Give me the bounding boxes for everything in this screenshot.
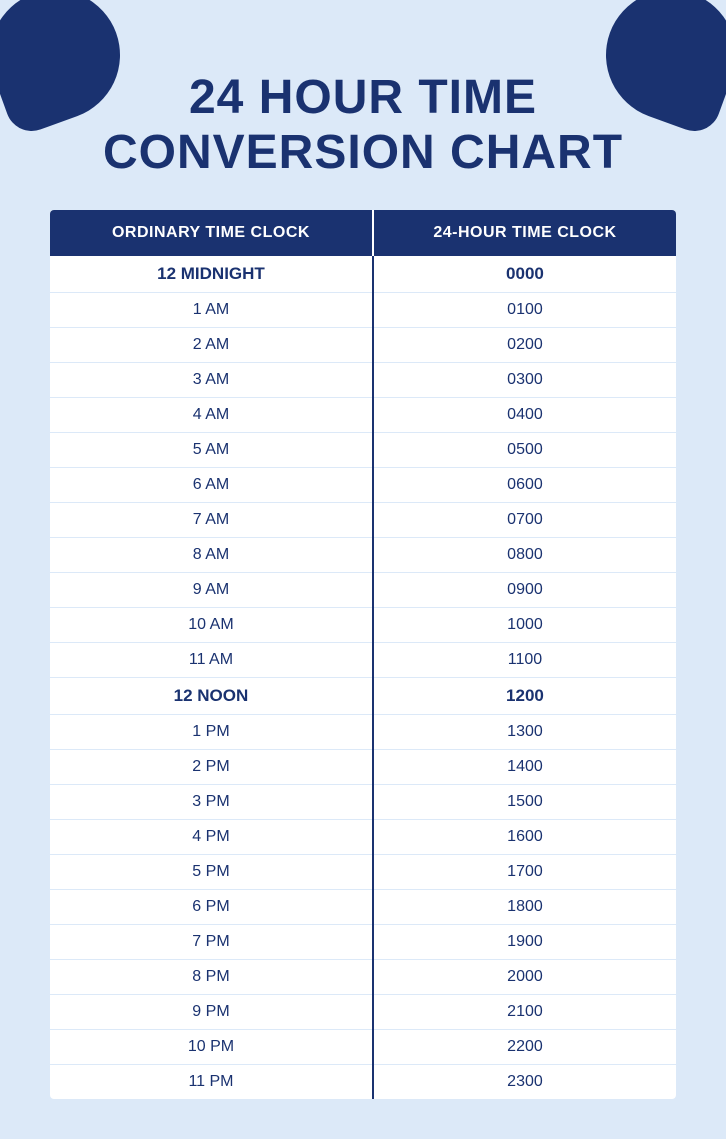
ordinary-time-cell: 7 AM bbox=[50, 503, 373, 538]
military-time-cell: 0200 bbox=[373, 328, 676, 363]
military-time-cell: 1500 bbox=[373, 785, 676, 820]
table-row: 1 PM1300 bbox=[50, 715, 676, 750]
table-row: 12 MIDNIGHT0000 bbox=[50, 256, 676, 293]
ordinary-time-cell: 3 AM bbox=[50, 363, 373, 398]
table-row: 2 AM0200 bbox=[50, 328, 676, 363]
ordinary-time-cell: 6 AM bbox=[50, 468, 373, 503]
table-row: 11 PM2300 bbox=[50, 1065, 676, 1100]
military-time-cell: 1800 bbox=[373, 890, 676, 925]
table-row: 6 AM0600 bbox=[50, 468, 676, 503]
military-time-cell: 1900 bbox=[373, 925, 676, 960]
ordinary-time-cell: 6 PM bbox=[50, 890, 373, 925]
military-time-cell: 2300 bbox=[373, 1065, 676, 1100]
table-row: 12 NOON1200 bbox=[50, 678, 676, 715]
table-row: 8 AM0800 bbox=[50, 538, 676, 573]
military-time-cell: 0800 bbox=[373, 538, 676, 573]
military-time-cell: 1300 bbox=[373, 715, 676, 750]
ordinary-time-cell: 1 AM bbox=[50, 293, 373, 328]
table-row: 6 PM1800 bbox=[50, 890, 676, 925]
table-row: 7 PM1900 bbox=[50, 925, 676, 960]
ordinary-time-cell: 5 AM bbox=[50, 433, 373, 468]
ordinary-time-cell: 8 AM bbox=[50, 538, 373, 573]
ordinary-time-cell: 11 AM bbox=[50, 643, 373, 678]
table-row: 8 PM2000 bbox=[50, 960, 676, 995]
military-time-cell: 2100 bbox=[373, 995, 676, 1030]
military-time-cell: 0500 bbox=[373, 433, 676, 468]
military-time-cell: 0700 bbox=[373, 503, 676, 538]
military-time-cell: 1600 bbox=[373, 820, 676, 855]
table-row: 1 AM0100 bbox=[50, 293, 676, 328]
military-time-cell: 1200 bbox=[373, 678, 676, 715]
ordinary-time-cell: 3 PM bbox=[50, 785, 373, 820]
page-content: 24 HOUR TIME CONVERSION CHART ORDINARY T… bbox=[0, 0, 726, 1139]
ordinary-time-cell: 2 PM bbox=[50, 750, 373, 785]
table-row: 11 AM1100 bbox=[50, 643, 676, 678]
table-header-row: ORDINARY TIME CLOCK 24-HOUR TIME CLOCK bbox=[50, 210, 676, 256]
military-time-cell: 1000 bbox=[373, 608, 676, 643]
ordinary-time-cell: 1 PM bbox=[50, 715, 373, 750]
military-time-cell: 0900 bbox=[373, 573, 676, 608]
military-time-cell: 1700 bbox=[373, 855, 676, 890]
table-row: 3 AM0300 bbox=[50, 363, 676, 398]
table-row: 5 AM0500 bbox=[50, 433, 676, 468]
ordinary-time-cell: 10 AM bbox=[50, 608, 373, 643]
table-row: 5 PM1700 bbox=[50, 855, 676, 890]
ordinary-time-cell: 10 PM bbox=[50, 1030, 373, 1065]
ordinary-time-cell: 2 AM bbox=[50, 328, 373, 363]
military-time-cell: 0100 bbox=[373, 293, 676, 328]
table-row: 10 PM2200 bbox=[50, 1030, 676, 1065]
table-row: 10 AM1000 bbox=[50, 608, 676, 643]
military-time-cell: 0600 bbox=[373, 468, 676, 503]
ordinary-time-cell: 8 PM bbox=[50, 960, 373, 995]
table-row: 9 PM2100 bbox=[50, 995, 676, 1030]
military-time-cell: 1400 bbox=[373, 750, 676, 785]
table-row: 9 AM0900 bbox=[50, 573, 676, 608]
ordinary-time-cell: 5 PM bbox=[50, 855, 373, 890]
col2-header: 24-HOUR TIME CLOCK bbox=[373, 210, 676, 256]
ordinary-time-cell: 9 PM bbox=[50, 995, 373, 1030]
ordinary-time-cell: 9 AM bbox=[50, 573, 373, 608]
military-time-cell: 1100 bbox=[373, 643, 676, 678]
military-time-cell: 0000 bbox=[373, 256, 676, 293]
military-time-cell: 2000 bbox=[373, 960, 676, 995]
military-time-cell: 0300 bbox=[373, 363, 676, 398]
conversion-table: ORDINARY TIME CLOCK 24-HOUR TIME CLOCK 1… bbox=[50, 210, 676, 1099]
table-row: 2 PM1400 bbox=[50, 750, 676, 785]
ordinary-time-cell: 12 MIDNIGHT bbox=[50, 256, 373, 293]
col1-header: ORDINARY TIME CLOCK bbox=[50, 210, 373, 256]
table-row: 4 AM0400 bbox=[50, 398, 676, 433]
table-row: 4 PM1600 bbox=[50, 820, 676, 855]
page-title: 24 HOUR TIME CONVERSION CHART bbox=[103, 70, 623, 180]
ordinary-time-cell: 7 PM bbox=[50, 925, 373, 960]
ordinary-time-cell: 11 PM bbox=[50, 1065, 373, 1100]
military-time-cell: 2200 bbox=[373, 1030, 676, 1065]
military-time-cell: 0400 bbox=[373, 398, 676, 433]
table-row: 3 PM1500 bbox=[50, 785, 676, 820]
ordinary-time-cell: 4 PM bbox=[50, 820, 373, 855]
ordinary-time-cell: 4 AM bbox=[50, 398, 373, 433]
ordinary-time-cell: 12 NOON bbox=[50, 678, 373, 715]
table-row: 7 AM0700 bbox=[50, 503, 676, 538]
